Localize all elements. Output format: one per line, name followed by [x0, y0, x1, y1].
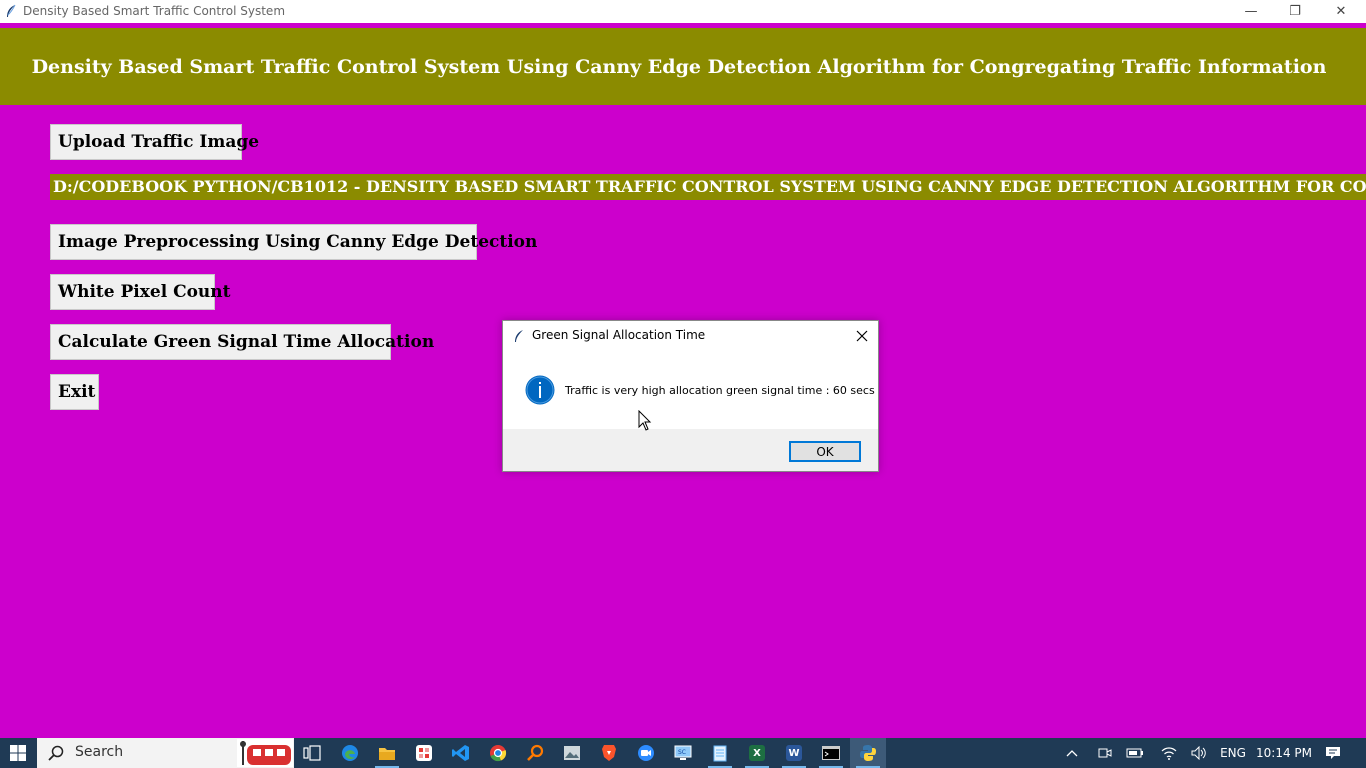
app-red-white[interactable]	[406, 738, 442, 768]
window-titlebar: Density Based Smart Traffic Control Syst…	[0, 0, 1366, 23]
vscode-icon	[452, 745, 469, 761]
windows-start-icon	[10, 745, 26, 761]
green-signal-time-button[interactable]: Calculate Green Signal Time Allocation	[50, 324, 434, 360]
search-icon	[48, 745, 64, 761]
notepad-app[interactable]	[702, 738, 738, 768]
word-app[interactable]: W	[776, 738, 812, 768]
file-explorer-app[interactable]	[369, 738, 405, 768]
brave-icon	[602, 745, 616, 761]
language-indicator[interactable]: ENG	[1218, 738, 1248, 768]
chrome-app[interactable]	[480, 738, 516, 768]
upload-traffic-image-button[interactable]: Upload Traffic Image	[50, 124, 259, 160]
app-red-icon	[416, 745, 432, 761]
excel-app[interactable]: X	[739, 738, 775, 768]
dialog-titlebar: Green Signal Allocation Time	[503, 321, 878, 351]
chrome-icon	[490, 745, 507, 762]
dialog-message: Traffic is very high allocation green si…	[565, 384, 875, 397]
wifi-tray[interactable]	[1158, 738, 1180, 768]
word-icon: W	[786, 745, 802, 761]
image-viewer-icon	[564, 746, 580, 760]
edge-app[interactable]	[332, 738, 368, 768]
show-hidden-icons-button[interactable]	[1060, 738, 1084, 768]
wifi-icon	[1161, 747, 1177, 760]
battery-tray[interactable]	[1124, 738, 1146, 768]
python-app[interactable]	[850, 738, 886, 768]
exit-button[interactable]: Exit	[50, 374, 99, 410]
speaker-icon	[1191, 746, 1206, 760]
task-view-icon	[303, 745, 321, 761]
vscode-app[interactable]	[443, 738, 479, 768]
taskbar: Search SC X W ENG 10:14 PM	[0, 738, 1366, 768]
task-view-button[interactable]	[294, 738, 330, 768]
brave-app[interactable]	[591, 738, 627, 768]
window-title: Density Based Smart Traffic Control Syst…	[23, 4, 286, 18]
feather-icon	[515, 330, 523, 342]
canny-preprocessing-button[interactable]: Image Preprocessing Using Canny Edge Det…	[50, 224, 537, 260]
image-path-label: D:/CODEBOOK PYTHON/CB1012 - DENSITY BASE…	[50, 174, 1366, 200]
mouse-cursor-icon	[638, 410, 652, 431]
terminal-icon	[822, 746, 840, 760]
dialog-title: Green Signal Allocation Time	[532, 328, 706, 342]
feather-icon	[7, 4, 16, 17]
folder-icon	[379, 748, 395, 760]
train-icon	[237, 739, 293, 767]
ok-button[interactable]: OK	[789, 441, 861, 462]
battery-icon	[1126, 748, 1143, 758]
header-title: Density Based Smart Traffic Control Syst…	[31, 55, 1327, 78]
taskbar-search[interactable]: Search	[37, 738, 294, 768]
chevron-up-icon	[1066, 750, 1078, 757]
notification-icon	[1326, 747, 1340, 759]
white-pixel-count-button[interactable]: White Pixel Count	[50, 274, 231, 310]
app-header: Density Based Smart Traffic Control Syst…	[0, 28, 1366, 105]
search-tool-app[interactable]	[517, 738, 553, 768]
meet-now-tray[interactable]	[1094, 738, 1116, 768]
screen-capture-app[interactable]: SC	[665, 738, 701, 768]
python-icon	[860, 745, 876, 761]
meet-now-icon	[1098, 748, 1112, 758]
volume-tray[interactable]	[1188, 738, 1210, 768]
notepad-icon	[713, 745, 727, 762]
image-viewer-app[interactable]	[554, 738, 590, 768]
clock[interactable]: 10:14 PM	[1254, 738, 1314, 768]
screen-capture-icon: SC	[674, 745, 692, 760]
zoom-icon	[638, 745, 654, 761]
notifications-button[interactable]	[1320, 738, 1346, 768]
minimize-button[interactable]: —	[1228, 0, 1274, 23]
start-button[interactable]	[0, 738, 36, 768]
green-signal-dialog: Green Signal Allocation Time Traffic is …	[502, 320, 879, 472]
magnifier-orange-icon	[527, 744, 544, 761]
command-prompt-app[interactable]	[813, 738, 849, 768]
close-icon[interactable]	[853, 327, 871, 345]
maximize-button[interactable]: ❐	[1272, 0, 1318, 23]
svg-text:SC: SC	[678, 749, 686, 756]
excel-icon: X	[749, 745, 765, 761]
dialog-body: Traffic is very high allocation green si…	[503, 351, 878, 429]
search-placeholder: Search	[75, 744, 124, 760]
zoom-app[interactable]	[628, 738, 664, 768]
info-icon	[525, 375, 555, 405]
edge-icon	[342, 745, 358, 761]
close-button[interactable]: ✕	[1318, 0, 1364, 23]
